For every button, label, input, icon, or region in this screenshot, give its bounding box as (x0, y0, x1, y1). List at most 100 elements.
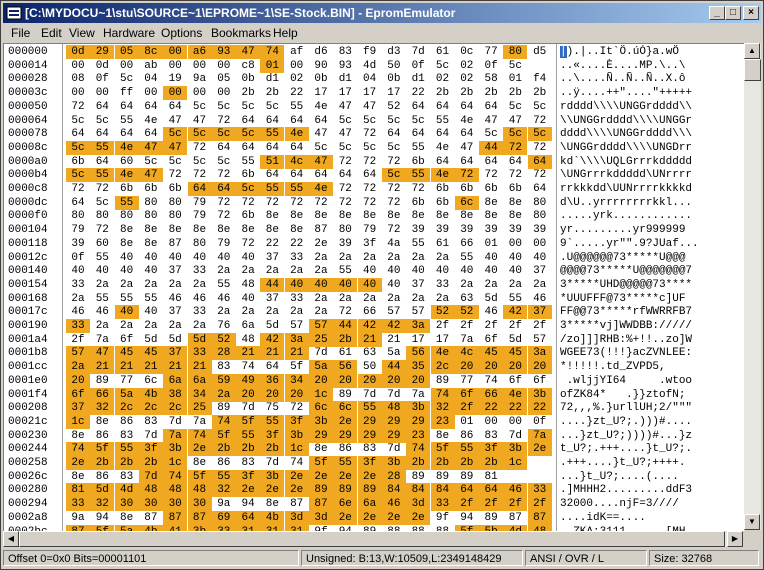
hex-byte[interactable]: 72 (212, 209, 236, 223)
menu-file[interactable]: File (11, 26, 30, 40)
ascii-text[interactable]: *UUUFFF@73*****c]UF (560, 292, 740, 306)
hex-byte[interactable]: 5f (90, 442, 115, 457)
hex-byte[interactable]: 2a (115, 278, 139, 292)
hex-byte[interactable]: 55 (260, 127, 285, 142)
ascii-text[interactable]: yr.........yr999999 (560, 223, 740, 237)
hex-byte[interactable]: 72 (528, 114, 552, 128)
hex-byte[interactable]: 7d (503, 429, 527, 443)
hex-byte[interactable]: 29 (90, 45, 115, 59)
hex-byte[interactable]: 6f (479, 333, 503, 347)
hex-byte[interactable]: 77 (115, 374, 139, 388)
hex-byte[interactable]: 6b (163, 182, 187, 196)
hex-byte[interactable]: 72 (503, 140, 528, 155)
hex-byte[interactable]: 8e (188, 223, 212, 237)
hex-byte[interactable]: 74 (430, 387, 455, 402)
hex-byte[interactable]: 72 (66, 100, 90, 114)
hex-byte[interactable]: 29 (406, 414, 431, 429)
hex-byte[interactable]: 22 (527, 401, 552, 416)
hex-byte[interactable]: 83 (236, 456, 260, 470)
hex-byte[interactable]: 64 (260, 141, 284, 155)
hex-byte[interactable]: 05 (212, 72, 236, 86)
hex-byte[interactable]: 87 (163, 510, 188, 525)
hex-byte[interactable]: 6a (163, 373, 188, 388)
hex-byte[interactable]: 3f (358, 237, 382, 251)
hex-byte[interactable]: 84 (430, 483, 455, 498)
hex-byte[interactable]: 47 (309, 127, 333, 141)
hex-byte[interactable]: 64 (406, 100, 430, 114)
hex-byte[interactable]: 32 (211, 483, 236, 498)
menu-view[interactable]: View (69, 26, 95, 40)
hex-byte[interactable]: 89 (90, 374, 114, 388)
hex-byte[interactable]: 55 (90, 140, 115, 155)
hex-byte[interactable]: 4e (455, 114, 479, 128)
hex-byte[interactable]: 89 (455, 470, 479, 484)
hex-byte[interactable]: 46 (528, 292, 552, 306)
hex-byte[interactable]: 8e (479, 209, 503, 223)
hex-byte[interactable]: 3d (406, 497, 431, 512)
hex-byte[interactable]: 5c (503, 100, 527, 114)
hex-byte[interactable]: 5d (260, 319, 284, 333)
hex-byte[interactable]: 5c (211, 127, 236, 142)
hex-byte[interactable]: 72 (66, 182, 90, 196)
hex-byte[interactable]: 34 (187, 387, 212, 402)
hex-byte[interactable]: 0b (236, 72, 260, 86)
hex-byte[interactable]: 2b (479, 456, 504, 470)
hex-byte[interactable]: 5a (382, 346, 406, 360)
hex-byte[interactable]: 37 (163, 346, 188, 361)
hex-byte[interactable]: 87 (309, 223, 333, 237)
hex-byte[interactable]: 64 (139, 127, 163, 141)
hex-byte[interactable]: 66 (90, 387, 115, 402)
hex-byte[interactable]: 2e (309, 469, 333, 484)
hex-byte[interactable]: 35 (406, 360, 431, 375)
hex-byte[interactable]: 6b (479, 182, 503, 196)
hex-byte[interactable]: 8e (139, 237, 163, 251)
hex-byte[interactable]: 72 (479, 168, 503, 182)
ascii-text[interactable]: .....yrk............ (560, 209, 740, 223)
hex-byte[interactable]: 61 (333, 346, 357, 360)
hex-byte[interactable]: 2b (138, 456, 163, 470)
hex-byte[interactable]: 5c (309, 141, 333, 155)
hex-byte[interactable]: 2a (90, 278, 114, 292)
hex-byte[interactable]: 80 (66, 209, 90, 223)
hex-byte[interactable]: 2f (479, 319, 503, 333)
hex-byte[interactable]: 57 (382, 305, 406, 319)
hex-byte[interactable]: 37 (260, 251, 284, 265)
hex-byte[interactable]: 2f (431, 319, 455, 333)
hex-byte[interactable]: 81 (479, 470, 503, 484)
hex-byte[interactable]: 00 (163, 86, 188, 101)
hex-byte[interactable]: 2f (66, 333, 90, 347)
hex-byte[interactable]: 4e (114, 140, 139, 155)
hex-byte[interactable]: 94 (455, 511, 479, 525)
hex-byte[interactable]: 21 (382, 333, 406, 347)
hex-byte[interactable]: 5c (212, 155, 236, 169)
hex-byte[interactable]: 6c (309, 401, 333, 416)
hex-byte[interactable]: 28 (381, 469, 406, 484)
hex-byte[interactable]: 55 (431, 114, 455, 128)
hex-byte[interactable]: 20 (454, 360, 479, 375)
hex-byte[interactable]: 30 (163, 497, 188, 512)
hex-byte[interactable]: 66 (358, 305, 382, 319)
hex-byte[interactable]: 2f (528, 319, 552, 333)
hex-byte[interactable]: 4e (431, 141, 455, 155)
hex-byte[interactable]: 72 (163, 168, 187, 182)
hex-byte[interactable]: 57 (406, 305, 430, 319)
hex-byte[interactable]: 00 (212, 86, 236, 100)
hex-byte[interactable]: 0f (90, 72, 114, 86)
hex-byte[interactable]: 2f (503, 319, 527, 333)
hex-byte[interactable]: 2f (503, 497, 528, 512)
hex-byte[interactable]: 55 (260, 414, 285, 429)
hex-byte[interactable]: 3b (381, 456, 406, 470)
hex-byte[interactable]: 21 (90, 360, 115, 375)
hex-byte[interactable]: 64 (333, 168, 357, 182)
hex-byte[interactable]: 47 (358, 100, 382, 114)
hex-byte[interactable]: 72 (236, 237, 260, 251)
hex-byte[interactable]: 77 (455, 374, 479, 388)
hex-byte[interactable]: 47 (503, 114, 527, 128)
hex-byte[interactable]: 6a (357, 497, 382, 512)
hex-byte[interactable]: 39 (333, 237, 357, 251)
hex-byte[interactable]: 2f (454, 401, 479, 416)
vertical-scroll-thumb[interactable] (744, 59, 761, 81)
hex-byte[interactable]: 47 (455, 141, 479, 155)
hex-byte[interactable]: 40 (115, 251, 139, 265)
hex-byte[interactable]: 5f (430, 442, 455, 457)
